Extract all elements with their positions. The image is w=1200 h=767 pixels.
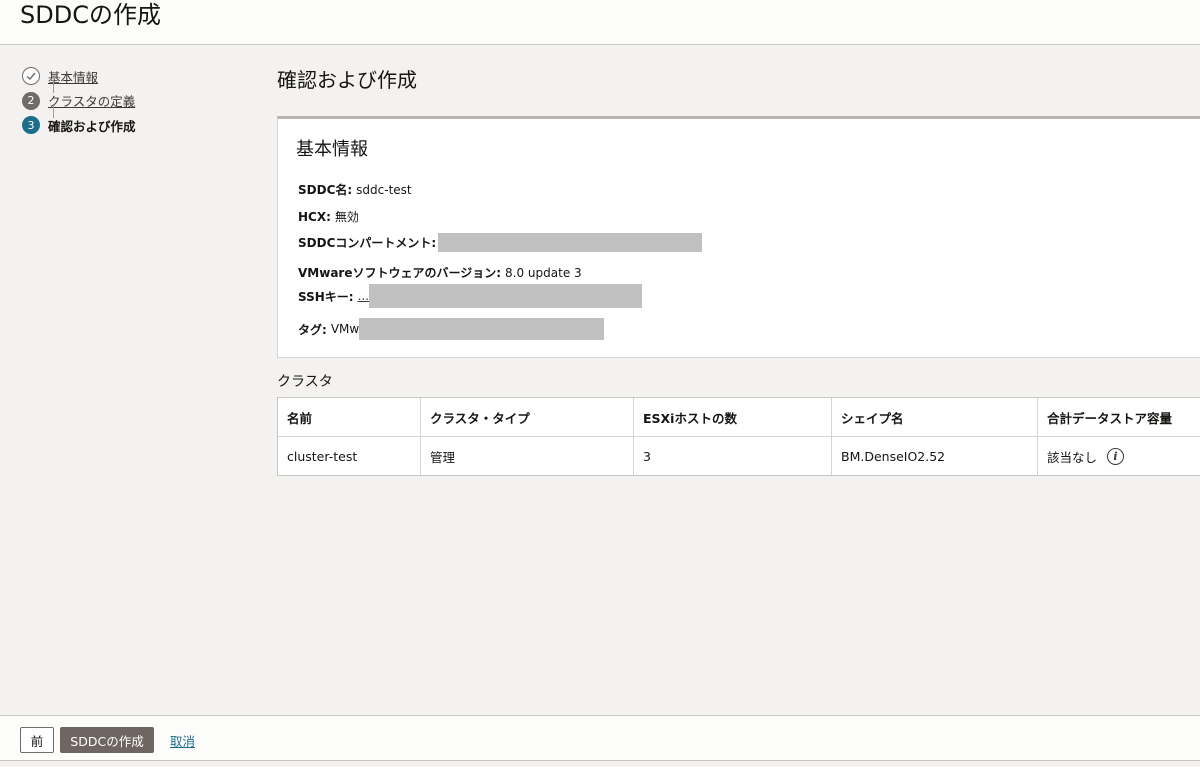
column-header-datastore[interactable]: 合計データストア容量 [1038, 398, 1200, 436]
step-basic-info[interactable]: 基本情報 [22, 64, 136, 89]
step-label-review-create: 確認および作成 [48, 118, 136, 134]
redacted-block [438, 233, 703, 252]
redacted-block [359, 318, 605, 340]
field-value: 8.0 update 3 [505, 265, 582, 280]
step-define-cluster[interactable]: 2 クラスタの定義 [22, 89, 136, 114]
card-title: 基本情報 [296, 139, 368, 160]
ssh-key-link[interactable]: ... [358, 289, 369, 303]
step-label-define-cluster[interactable]: クラスタの定義 [48, 91, 135, 110]
cell-datastore: 該当なし i [1038, 437, 1200, 475]
check-icon [22, 67, 40, 86]
page-header: SDDCの作成 [0, 0, 1200, 45]
column-header-esxi-hosts[interactable]: ESXiホストの数 [634, 398, 832, 436]
field-label: SSHキー: [298, 289, 354, 304]
cell-cluster-type: 管理 [421, 437, 634, 475]
compartment-field: SDDCコンパートメント: [298, 233, 703, 252]
step-label-basic-info[interactable]: 基本情報 [48, 67, 98, 86]
field-value: 無効 [334, 210, 359, 224]
table-header: 名前 クラスタ・タイプ ESXiホストの数 シェイプ名 合計データストア容量 [278, 398, 1200, 437]
step-review-create: 3 確認および作成 [22, 113, 136, 138]
create-sddc-button[interactable]: SDDCの作成 [60, 727, 154, 753]
field-label: SDDC名: [298, 183, 353, 197]
cancel-link[interactable]: 取消 [170, 727, 195, 753]
step-connector [52, 80, 54, 93]
footer-bar: 前 SDDCの作成 取消 [0, 715, 1200, 761]
field-label: SDDCコンパートメント: [298, 236, 437, 250]
cluster-section-label: クラスタ [277, 374, 333, 390]
field-label: HCX: [298, 209, 331, 224]
field-value: VMw [330, 322, 360, 336]
column-header-shape[interactable]: シェイプ名 [832, 398, 1038, 436]
hcx-field: HCX: 無効 [298, 208, 359, 225]
column-header-name[interactable]: 名前 [278, 398, 421, 436]
cell-esxi-hosts: 3 [634, 437, 832, 475]
section-title: 確認および作成 [277, 68, 417, 92]
field-value: sddc-test [356, 182, 412, 197]
basic-info-card: 基本情報 SDDC名: sddc-test HCX: 無効 SDDCコンパートメ… [277, 116, 1200, 358]
field-label: VMwareソフトウェアのバージョン: [298, 266, 502, 280]
ssh-key-field: SSHキー: ... [298, 284, 643, 308]
step-number: 2 [22, 91, 40, 110]
redacted-block [369, 284, 643, 308]
cluster-table: 名前 クラスタ・タイプ ESXiホストの数 シェイプ名 合計データストア容量 c… [277, 397, 1200, 476]
step-connector [52, 105, 54, 118]
previous-button[interactable]: 前 [20, 727, 54, 753]
wizard-steps: 基本情報 2 クラスタの定義 3 確認および作成 [22, 64, 136, 138]
table-row: cluster-test 管理 3 BM.DenseIO2.52 該当なし i [278, 437, 1200, 475]
page-title: SDDCの作成 [20, 1, 161, 29]
column-header-cluster-type[interactable]: クラスタ・タイプ [421, 398, 634, 436]
field-label: タグ: [298, 322, 327, 337]
sddc-name-field: SDDC名: sddc-test [298, 181, 412, 198]
tag-field: タグ: VMw [298, 318, 605, 340]
info-icon[interactable]: i [1107, 447, 1125, 465]
cell-shape: BM.DenseIO2.52 [832, 437, 1038, 475]
cell-datastore-value: 該当なし [1047, 449, 1098, 465]
cell-name: cluster-test [278, 437, 421, 475]
step-number: 3 [22, 116, 40, 135]
vmware-version-field: VMwareソフトウェアのバージョン: 8.0 update 3 [298, 264, 582, 281]
